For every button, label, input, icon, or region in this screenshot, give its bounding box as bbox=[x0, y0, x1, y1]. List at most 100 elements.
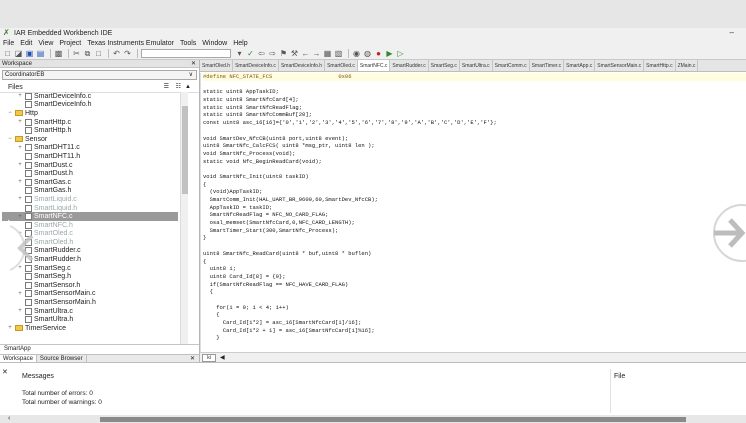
scrollbar-thumb[interactable] bbox=[182, 106, 188, 194]
tab-smartrudder-c[interactable]: SmartRudder.c bbox=[390, 60, 429, 71]
expand-icon[interactable]: + bbox=[6, 325, 14, 331]
tab-smartcomm-c[interactable]: SmartComm.c bbox=[493, 60, 530, 71]
expand-icon[interactable]: + bbox=[16, 162, 24, 168]
tree-file[interactable]: SmartDust.h bbox=[2, 169, 178, 178]
expand-icon[interactable]: + bbox=[16, 93, 24, 99]
messages-header: Messages bbox=[22, 373, 54, 380]
tree-folder[interactable]: + TimerService bbox=[2, 324, 178, 333]
find-icon[interactable]: ⇨ bbox=[268, 49, 277, 58]
find-prev-icon[interactable]: ⇦ bbox=[257, 49, 266, 58]
tab-smarttimer-c[interactable]: SmartTimer.c bbox=[530, 60, 565, 71]
bookmark-next-icon[interactable]: ⚒ bbox=[290, 49, 299, 58]
tree-file[interactable]: + SmartLiquid.c bbox=[2, 195, 178, 204]
tab-smartsensormain-c[interactable]: SmartSensorMain.c bbox=[595, 60, 645, 71]
navigate-back-icon[interactable]: ← bbox=[301, 49, 310, 58]
tree-scrollbar[interactable] bbox=[180, 92, 188, 344]
tree-file[interactable]: + SmartGas.c bbox=[2, 178, 178, 187]
tree-folder[interactable]: − Sensor bbox=[2, 135, 178, 144]
expand-icon[interactable]: + bbox=[16, 145, 24, 151]
configuration-select[interactable]: CoordinatorEB ∨ bbox=[2, 70, 197, 80]
minimize-button[interactable]: – bbox=[730, 28, 742, 37]
dropdown-icon[interactable]: ▾ bbox=[235, 49, 244, 58]
cut-icon[interactable]: ✂ bbox=[72, 49, 81, 58]
menu-file[interactable]: File bbox=[3, 40, 14, 47]
tab-smartseg-c[interactable]: SmartSeg.c bbox=[429, 60, 460, 71]
menu-texas-instruments-emulator[interactable]: Texas Instruments Emulator bbox=[87, 40, 174, 47]
tree-item-label: SmartDHT11.c bbox=[34, 144, 80, 152]
breakpoint-icon[interactable]: ◍ bbox=[363, 49, 372, 58]
tab-smartoled-c[interactable]: SmartOled.c bbox=[325, 60, 358, 71]
tree-file[interactable]: + SmartUltra.c bbox=[2, 307, 178, 316]
tree-file[interactable]: + SmartDust.c bbox=[2, 161, 178, 170]
code-line: for(i = 0; i < 4; i++) bbox=[203, 303, 289, 311]
scrollbar-thumb[interactable] bbox=[100, 417, 686, 422]
copy-icon[interactable]: ⧉ bbox=[83, 49, 92, 58]
expand-icon[interactable]: + bbox=[16, 291, 24, 297]
tab-smartnfc-c[interactable]: SmartNFC.c bbox=[357, 60, 391, 71]
tree-file[interactable]: + SmartHttp.c bbox=[2, 118, 178, 127]
tab-smartoled-h[interactable]: SmartOled.h bbox=[200, 60, 234, 71]
save-all-icon[interactable]: ▤ bbox=[36, 49, 45, 58]
make-icon[interactable]: ▧ bbox=[334, 49, 343, 58]
editor-horizontal-scrollbar[interactable]: ki ◀ bbox=[200, 352, 746, 362]
tab-smartultra-c[interactable]: SmartUltra.c bbox=[460, 60, 493, 71]
debug-without-download-icon[interactable]: ▷ bbox=[396, 49, 405, 58]
expand-icon[interactable]: + bbox=[16, 119, 24, 125]
tab-zmain-c[interactable]: ZMain.c bbox=[676, 60, 699, 71]
tree-file[interactable]: SmartSensor.h bbox=[2, 281, 178, 290]
code-view[interactable]: #define NFC_STATE_FCS 0x06 static uint8 A… bbox=[200, 73, 746, 352]
tree-file[interactable]: + SmartSensorMain.c bbox=[2, 290, 178, 299]
save-icon[interactable]: ▣ bbox=[25, 49, 34, 58]
download-debug-icon[interactable]: ▶ bbox=[385, 49, 394, 58]
print-icon[interactable]: ▩ bbox=[54, 49, 63, 58]
stop-build-icon[interactable]: ◉ bbox=[352, 49, 361, 58]
menu-project[interactable]: Project bbox=[59, 40, 81, 47]
expand-icon[interactable]: + bbox=[16, 308, 24, 314]
menu-view[interactable]: View bbox=[38, 40, 53, 47]
find-next-icon[interactable]: ✓ bbox=[246, 49, 255, 58]
paste-icon[interactable]: □ bbox=[94, 49, 103, 58]
tree-file[interactable]: SmartUltra.h bbox=[2, 315, 178, 324]
pin-icon[interactable]: ✕ bbox=[191, 60, 196, 68]
new-file-icon[interactable]: □ bbox=[3, 49, 12, 58]
tree-folder[interactable]: − Http bbox=[2, 109, 178, 118]
menu-edit[interactable]: Edit bbox=[20, 40, 32, 47]
tree-file[interactable]: SmartDHT11.h bbox=[2, 152, 178, 161]
close-icon[interactable]: ✕ bbox=[2, 368, 8, 376]
tree-file[interactable]: SmartSensorMain.h bbox=[2, 298, 178, 307]
tree-file[interactable]: + SmartDeviceInfo.c bbox=[2, 92, 178, 101]
messages-horizontal-scrollbar[interactable]: ‹ bbox=[0, 415, 746, 423]
expand-icon[interactable]: + bbox=[16, 196, 24, 202]
redo-icon[interactable]: ↷ bbox=[123, 49, 132, 58]
tree-file[interactable]: SmartLiquid.h bbox=[2, 204, 178, 213]
scroll-left-icon[interactable]: ‹ bbox=[8, 415, 10, 422]
previous-arrow-icon[interactable] bbox=[8, 218, 52, 278]
tab-smartdeviceinfo-c[interactable]: SmartDeviceInfo.c bbox=[233, 60, 279, 71]
expand-icon[interactable]: + bbox=[16, 179, 24, 185]
collapse-icon[interactable]: − bbox=[6, 136, 14, 142]
tree-file[interactable]: SmartGas.h bbox=[2, 187, 178, 196]
compile-icon[interactable]: ▦ bbox=[323, 49, 332, 58]
tree-file[interactable]: + SmartDHT11.c bbox=[2, 144, 178, 153]
tab-smartapp-c[interactable]: SmartApp.c bbox=[564, 60, 596, 71]
next-arrow-icon[interactable] bbox=[700, 196, 746, 270]
menu-tools[interactable]: Tools bbox=[180, 40, 196, 47]
menu-window[interactable]: Window bbox=[202, 40, 227, 47]
navigate-forward-icon[interactable]: → bbox=[312, 49, 321, 58]
code-line: static uint8 SmartNfcCommBuf[20]; bbox=[203, 111, 312, 119]
scroll-left-icon[interactable]: ◀ bbox=[220, 354, 225, 361]
tree-file[interactable]: SmartHttp.h bbox=[2, 126, 178, 135]
toggle-breakpoint-icon[interactable]: ● bbox=[374, 49, 383, 58]
tree-item-label: SmartGas.h bbox=[34, 187, 72, 195]
find-input[interactable] bbox=[141, 49, 231, 58]
collapse-icon[interactable]: − bbox=[6, 110, 14, 116]
project-tab[interactable]: SmartApp bbox=[0, 344, 199, 353]
open-folder-icon[interactable]: ◪ bbox=[14, 49, 23, 58]
undo-icon[interactable]: ↶ bbox=[112, 49, 121, 58]
tree-file[interactable]: SmartDeviceInfo.h bbox=[2, 101, 178, 110]
menu-help[interactable]: Help bbox=[233, 40, 247, 47]
bookmark-icon[interactable]: ⚑ bbox=[279, 49, 288, 58]
tab-smartdeviceinfo-h[interactable]: SmartDeviceInfo.h bbox=[279, 60, 326, 71]
tab-smarthttp-c[interactable]: SmartHttp.c bbox=[644, 60, 676, 71]
tree-item-label: SmartDust.h bbox=[34, 170, 73, 178]
